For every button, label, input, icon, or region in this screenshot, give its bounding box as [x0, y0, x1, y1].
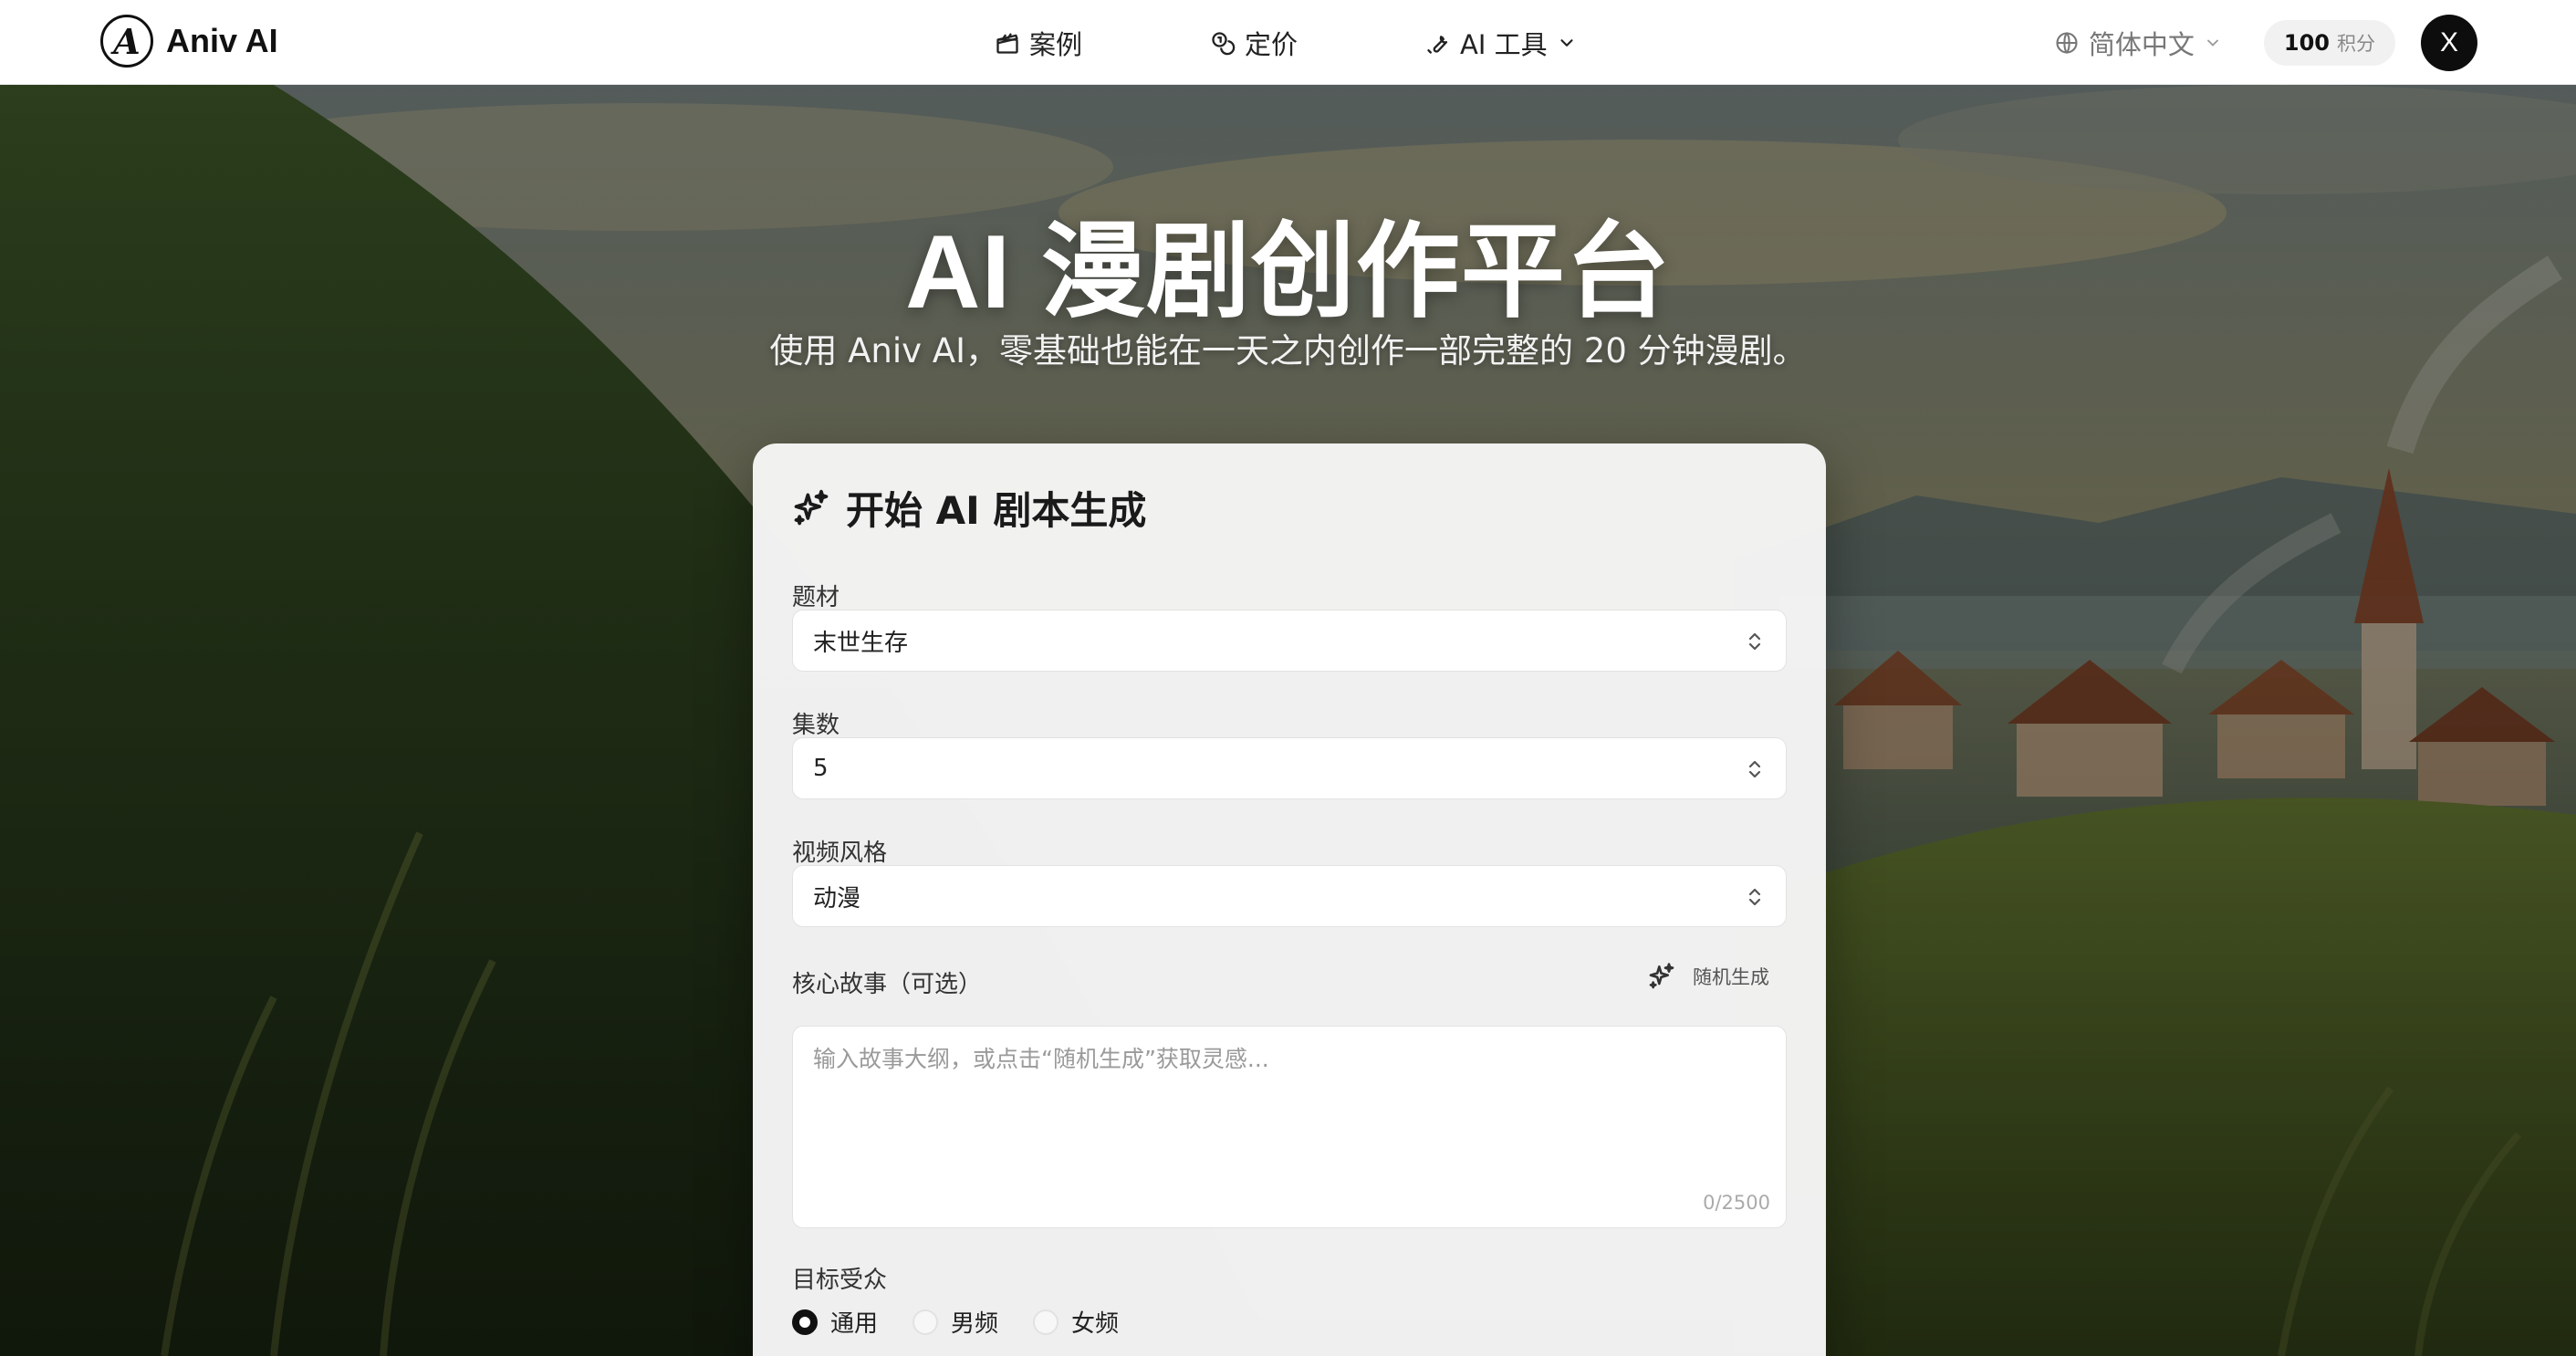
top-navbar: A Aniv AI 案例 定价 AI 工具 简体中文 100 积分 X: [0, 0, 2576, 85]
radio-button[interactable]: [1033, 1309, 1059, 1335]
card-title-text: 开始 AI 剧本生成: [846, 488, 1147, 533]
credits-unit: 积分: [2337, 32, 2375, 55]
user-avatar[interactable]: X: [2421, 14, 2477, 71]
clapperboard-icon: [996, 33, 1018, 54]
chevron-down-icon: [2206, 39, 2218, 47]
style-value: 动漫: [813, 884, 861, 913]
sparkles-icon: [794, 489, 829, 525]
hero-title: AI 漫剧创作平台: [905, 214, 1671, 330]
chevron-updown-icon: [1748, 760, 1761, 778]
wrench-icon: [1427, 35, 1448, 54]
audience-option-female[interactable]: 女频: [1033, 1305, 1119, 1339]
brand-logo[interactable]: A Aniv AI: [100, 15, 278, 68]
story-label: 核心故事（可选）: [792, 971, 983, 998]
credits-badge[interactable]: 100 积分: [2263, 19, 2395, 66]
radio-button[interactable]: [792, 1309, 818, 1335]
episodes-label: 集数: [792, 712, 840, 739]
audience-option-male[interactable]: 男频: [913, 1305, 998, 1339]
main-nav: 案例 定价 AI 工具: [995, 0, 1577, 85]
radio-label: 女频: [1071, 1310, 1120, 1338]
genre-label: 题材: [792, 584, 840, 611]
nav-right-group: 简体中文 100 积分 X: [2054, 0, 2477, 85]
nav-item-ai-tools[interactable]: AI 工具: [1425, 24, 1577, 62]
audience-option-general[interactable]: 通用: [792, 1305, 878, 1339]
radio-label: 通用: [830, 1310, 879, 1338]
chevron-updown-icon: [1748, 632, 1761, 651]
hero-subtitle: 使用 Aniv AI，零基础也能在一天之内创作一部完整的 20 分钟漫剧。: [769, 331, 1807, 370]
card-title: 开始 AI 剧本生成: [791, 480, 1146, 536]
episodes-select[interactable]: 5: [792, 737, 1787, 799]
style-select[interactable]: 动漫: [792, 865, 1787, 927]
nav-item-label: AI 工具: [1460, 28, 1548, 60]
brand-name: Aniv AI: [166, 22, 278, 59]
chevron-updown-icon: [1748, 888, 1761, 906]
random-generate-button[interactable]: 随机生成: [1647, 962, 1769, 991]
nav-item-pricing[interactable]: 定价: [1210, 24, 1298, 62]
language-label: 简体中文: [2088, 28, 2195, 60]
audience-radio-group: 通用 男频 女频: [792, 1305, 1119, 1339]
random-generate-label: 随机生成: [1693, 966, 1769, 988]
credits-value: 100: [2283, 29, 2330, 56]
sparkles-icon: [1649, 963, 1674, 989]
audience-label: 目标受众: [792, 1267, 888, 1294]
chevron-down-icon: [1560, 38, 1573, 47]
character-counter: 0/2500: [1703, 1192, 1770, 1214]
story-textarea[interactable]: [792, 1026, 1787, 1228]
nav-item-cases[interactable]: 案例: [995, 24, 1082, 62]
coins-icon: [1212, 31, 1236, 55]
language-selector[interactable]: 简体中文: [2054, 24, 2222, 62]
genre-value: 末世生存: [813, 629, 909, 657]
radio-label: 男频: [951, 1310, 999, 1338]
episodes-value: 5: [813, 755, 829, 782]
radio-button[interactable]: [913, 1309, 939, 1335]
script-generation-card: 开始 AI 剧本生成 题材 末世生存 集数 5 视频风格 动漫 核心故事（可选）…: [753, 443, 1826, 1356]
nav-item-label: 案例: [1029, 28, 1083, 60]
genre-select[interactable]: 末世生存: [792, 610, 1787, 672]
style-label: 视频风格: [792, 840, 888, 867]
logo-icon: A: [100, 15, 153, 68]
globe-icon: [2056, 31, 2078, 54]
nav-item-label: 定价: [1245, 28, 1298, 60]
